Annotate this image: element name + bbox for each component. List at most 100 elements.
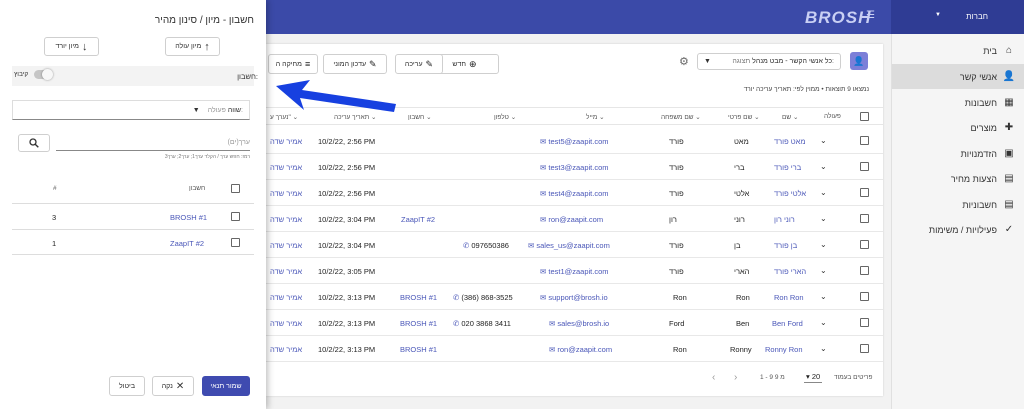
cell-account[interactable]: BROSH #1 — [400, 319, 437, 328]
delete-button[interactable]: מחיקה ה ≡ — [268, 54, 318, 74]
cell-phone[interactable]: ✆ 097650386 — [463, 241, 509, 250]
cell-phone[interactable]: ✆ (386) 868-3525 — [453, 293, 513, 302]
cell-account[interactable]: ZaapIT #2 — [401, 215, 435, 224]
cell-email[interactable]: ✉ sales@brosh.io — [549, 319, 609, 328]
cell-by[interactable]: אמיר שדה — [270, 189, 302, 198]
row-checkbox[interactable] — [860, 214, 869, 223]
cell-by[interactable]: אמיר שדה — [270, 293, 302, 302]
list-item[interactable]: BROSH #1 3 — [12, 203, 254, 229]
per-page-select[interactable]: ▾ 20 — [804, 372, 823, 383]
cell-email[interactable]: ✉ support@brosh.io — [540, 293, 608, 302]
cell-email[interactable]: ✉ test3@zaapit.com — [540, 163, 609, 172]
cell-name[interactable]: אלטי פורד — [774, 189, 806, 198]
row-checkbox[interactable] — [860, 136, 869, 145]
cell-name[interactable]: בן פורד — [774, 241, 797, 250]
cell-name[interactable]: מאט פורד — [774, 137, 806, 146]
cell-by[interactable]: אמיר שדה — [270, 215, 302, 224]
sidebar-item-activities[interactable]: פעילויות / משימות ✓ — [892, 217, 1024, 242]
chevron-down-icon[interactable]: ⌄ — [820, 240, 827, 249]
cell-by[interactable]: אמיר שדה — [270, 163, 302, 172]
cell-name[interactable]: הארי פורד — [774, 267, 806, 276]
select-all-checkbox[interactable] — [860, 112, 869, 121]
sidebar-item-contacts[interactable]: אנשי קשר 👤 — [892, 64, 1024, 89]
sidebar-item-invoices[interactable]: חשבוניות ▤ — [892, 192, 1024, 217]
table-row[interactable]: ⌄ מאט פורד מאט פורד ✉ test5@zaapit.com 1… — [266, 128, 883, 154]
table-row[interactable]: ⌄ ברי פורד ברי פורד ✉ test3@zaapit.com 1… — [266, 154, 883, 180]
cell-email[interactable]: ✉ ron@zaapit.com — [549, 345, 612, 354]
row-checkbox[interactable] — [860, 318, 869, 327]
chevron-down-icon[interactable]: ⌄ — [820, 318, 827, 327]
row-checkbox[interactable] — [860, 292, 869, 301]
col-name[interactable]: שם ⌄ — [782, 113, 798, 121]
chevron-down-icon[interactable]: ⌄ — [820, 162, 827, 171]
cell-phone[interactable]: ✆ 020 3868 3411 — [453, 319, 511, 328]
filter-value-input[interactable]: ערך(ים) — [56, 135, 250, 151]
sidebar-item-accounts[interactable]: חשבונות ▦ — [892, 90, 1024, 115]
cell-by[interactable]: אמיר שדה — [270, 319, 302, 328]
view-select[interactable]: ▼ כל אנשי הקשר - מבט מנהל תצוגה: — [697, 53, 841, 70]
col-email[interactable]: מייל ⌄ — [586, 113, 605, 121]
sort-ascending-button[interactable]: מיון עולה ↑ — [165, 37, 220, 56]
clear-button[interactable]: נקה ✕ — [152, 376, 194, 396]
table-row[interactable]: ⌄ Ben Ford Ben Ford ✉ sales@brosh.io ✆ 0… — [266, 310, 883, 336]
sidebar-item-home[interactable]: בית ⌂ — [892, 38, 1024, 63]
cancel-button[interactable]: ביטול — [109, 376, 145, 396]
row-checkbox[interactable] — [860, 240, 869, 249]
chevron-down-icon[interactable]: ⌄ — [820, 344, 827, 353]
col-phone[interactable]: טלפון ⌄ — [494, 113, 516, 121]
search-button[interactable] — [18, 134, 50, 152]
chevron-down-icon[interactable]: ⌄ — [820, 266, 827, 275]
cell-name[interactable]: Ron Ron — [774, 293, 804, 302]
chevron-down-icon[interactable]: ⌄ — [820, 292, 827, 301]
value-checkbox[interactable] — [231, 238, 240, 247]
company-selector[interactable]: חברות ▼ — [891, 0, 1024, 34]
table-row[interactable]: ⌄ רוני רון רוני רון ✉ ron@zaapit.com Zaa… — [266, 206, 883, 232]
prev-page-icon[interactable]: ‹ — [712, 372, 715, 383]
table-row[interactable]: ⌄ אלטי פורד אלטי פורד ✉ test4@zaapit.com… — [266, 180, 883, 206]
chevron-down-icon[interactable]: ⌄ — [820, 136, 827, 145]
person-view-icon[interactable]: 👤 — [850, 52, 868, 70]
operator-select[interactable]: ▼ שווה פעולה: — [12, 100, 250, 120]
cell-email[interactable]: ✉ test1@zaapit.com — [540, 267, 609, 276]
cell-by[interactable]: אמיר שדה — [270, 267, 302, 276]
row-checkbox[interactable] — [860, 188, 869, 197]
sort-descending-button[interactable]: מיון יורד ↓ — [44, 37, 99, 56]
table-row[interactable]: ⌄ Ronny Ron Ronny Ron ✉ ron@zaapit.com B… — [266, 336, 883, 362]
next-page-icon[interactable]: › — [734, 372, 737, 383]
table-row[interactable]: ⌄ Ron Ron Ron Ron ✉ support@brosh.io ✆ (… — [266, 284, 883, 310]
value-checkbox[interactable] — [231, 212, 240, 221]
table-row[interactable]: ⌄ הארי פורד הארי פורד ✉ test1@zaapit.com… — [266, 258, 883, 284]
col-account[interactable]: חשבון ⌄ — [408, 113, 432, 121]
cell-name[interactable]: ברי פורד — [774, 163, 801, 172]
cell-by[interactable]: אמיר שדה — [270, 137, 302, 146]
cell-name[interactable]: Ronny Ron — [765, 345, 803, 354]
cell-name[interactable]: רוני רון — [774, 215, 795, 224]
chevron-down-icon[interactable]: ⌄ — [820, 188, 827, 197]
edit-button[interactable]: עריכה ✎ — [395, 54, 443, 74]
cell-by[interactable]: אמיר שדה — [270, 241, 302, 250]
cell-email[interactable]: ✉ sales_us@zaapit.com — [528, 241, 610, 250]
sidebar-item-opportunities[interactable]: הזדמנויות ▣ — [892, 141, 1024, 166]
list-item[interactable]: ZaapIT #2 1 — [12, 229, 254, 255]
mass-update-button[interactable]: עדכון המוני ✎ — [323, 54, 387, 74]
cell-by[interactable]: אמיר שדה — [270, 345, 302, 354]
select-all-values-checkbox[interactable] — [231, 184, 240, 193]
cell-email[interactable]: ✉ ron@zaapit.com — [540, 215, 603, 224]
table-row[interactable]: ⌄ בן פורד בן פורד ✉ sales_us@zaapit.com … — [266, 232, 883, 258]
row-checkbox[interactable] — [860, 266, 869, 275]
row-checkbox[interactable] — [860, 162, 869, 171]
cell-email[interactable]: ✉ test5@zaapit.com — [540, 137, 609, 146]
row-checkbox[interactable] — [860, 344, 869, 353]
cell-account[interactable]: BROSH #1 — [400, 293, 437, 302]
gear-icon[interactable]: ⚙ — [679, 55, 689, 68]
group-toggle[interactable] — [34, 69, 53, 80]
sidebar-item-quotes[interactable]: הצעות מחיר ▤ — [892, 166, 1024, 191]
sidebar-item-products[interactable]: מוצרים ✚ — [892, 115, 1024, 140]
menu-collapse-icon[interactable]: ☰ — [866, 10, 875, 21]
app-logo[interactable]: BROSH — [805, 8, 871, 28]
col-last-name[interactable]: שם משפחה ⌄ — [661, 113, 701, 121]
cell-account[interactable]: BROSH #1 — [400, 345, 437, 354]
save-filter-button[interactable]: שמור תנאי — [202, 376, 250, 396]
cell-email[interactable]: ✉ test4@zaapit.com — [540, 189, 609, 198]
chevron-down-icon[interactable]: ⌄ — [820, 214, 827, 223]
